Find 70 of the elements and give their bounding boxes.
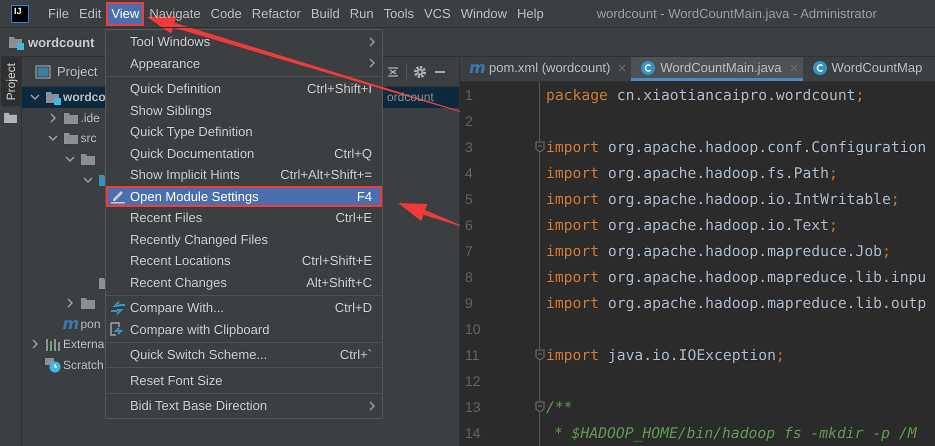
editor-tab[interactable]: m pom.xml (wordcount): [460, 57, 632, 81]
menu-item[interactable]: Help: [512, 2, 549, 26]
line-number: 6: [464, 217, 474, 233]
tree-item[interactable]: .ide: [80, 110, 100, 125]
code-line: import org.apache.hadoop.io.Text;: [546, 216, 838, 234]
code-line: /**: [546, 398, 573, 416]
panel-title[interactable]: Project: [57, 64, 98, 79]
editor-tab[interactable]: WordCountMap: [802, 57, 928, 81]
line-number: 8: [464, 269, 474, 285]
menu-item[interactable]: Quick Documentation Ctrl+Q: [106, 142, 382, 164]
window-title: wordcount - WordCountMain.java - Administrator: [596, 6, 877, 21]
code-line: import org.apache.hadoop.fs.Path;: [546, 164, 838, 182]
menu-item[interactable]: Tools: [378, 2, 419, 26]
menu-item[interactable]: Quick Type Definition: [106, 121, 382, 142]
app-logo: IJ: [11, 4, 29, 22]
menu-item[interactable]: Tool Windows: [106, 31, 382, 52]
code-line: * $HADOOP_HOME/bin/hadoop fs -mkdir -p /M: [554, 424, 917, 442]
menu-item[interactable]: Open Module Settings F4: [106, 186, 382, 207]
code-line: import java.io.IOException;: [546, 346, 785, 364]
tree-item[interactable]: pon: [80, 316, 101, 331]
menu-item[interactable]: Quick Definition Ctrl+Shift+I: [106, 78, 382, 100]
line-number: 10: [464, 321, 482, 337]
maven-icon: m: [62, 316, 78, 332]
menu-item[interactable]: Recent Files Ctrl+E: [106, 207, 382, 228]
editor-tab[interactable]: WordCountMain.java: [631, 57, 803, 81]
line-number: 9: [464, 295, 474, 311]
line-number: 12: [464, 373, 482, 389]
menu-item[interactable]: Window: [456, 2, 512, 26]
line-number: 1: [464, 87, 474, 103]
menu-item[interactable]: Recently Changed Files: [106, 228, 382, 250]
code-line: import org.apache.hadoop.io.IntWritable;: [546, 190, 900, 208]
code-line: import org.apache.hadoop.mapreduce.Job;: [546, 242, 891, 260]
tool-window-tab[interactable]: Project: [0, 57, 20, 106]
menu-item[interactable]: Appearance: [106, 52, 382, 74]
tree-item[interactable]: Scratch: [63, 358, 104, 372]
menu-item[interactable]: Compare With... Ctrl+D: [106, 297, 382, 318]
menu-item[interactable]: Show Implicit Hints Ctrl+Alt+Shift+=: [106, 164, 382, 186]
line-number: 2: [464, 113, 474, 129]
menu-item[interactable]: Code: [206, 2, 247, 26]
maven-icon: m: [469, 60, 485, 76]
tree-item[interactable]: Externa: [63, 337, 104, 352]
menu-item[interactable]: Show Siblings: [106, 100, 382, 121]
code-line: import org.apache.hadoop.conf.Configuration: [546, 138, 926, 156]
menu-item[interactable]: Quick Switch Scheme... Ctrl+`: [106, 344, 382, 366]
line-number: 13: [464, 399, 482, 415]
code-line: import org.apache.hadoop.mapreduce.lib.inpu: [546, 268, 926, 286]
menu-item[interactable]: Navigate: [144, 2, 206, 26]
line-number: 11: [464, 347, 481, 363]
menu-item[interactable]: Bidi Text Base Direction: [106, 395, 382, 416]
line-number: 14: [464, 425, 482, 441]
code-line: import org.apache.hadoop.mapreduce.lib.outp: [546, 294, 926, 312]
line-number: 5: [464, 191, 474, 207]
menu-item[interactable]: Recent Changes Alt+Shift+C: [106, 272, 382, 293]
menu-item[interactable]: Compare with Clipboard: [106, 318, 382, 340]
menu-item[interactable]: Edit: [74, 2, 106, 26]
menu-item[interactable]: Run: [344, 2, 379, 26]
tree-item[interactable]: src: [80, 131, 96, 146]
code-line: package cn.xiaotiancaipro.wordcount;: [546, 86, 864, 104]
line-number: 3: [464, 139, 474, 155]
menu-item[interactable]: View: [106, 2, 144, 26]
line-number: 7: [464, 243, 474, 259]
menu-item[interactable]: Recent Locations Ctrl+Shift+E: [106, 250, 382, 272]
menu-item[interactable]: Build: [306, 2, 345, 26]
menu-item[interactable]: VCS: [418, 2, 456, 26]
breadcrumb[interactable]: wordcount: [28, 34, 94, 50]
menu-item[interactable]: File: [43, 2, 74, 26]
line-number: 4: [464, 165, 474, 181]
menu-item[interactable]: Refactor: [246, 2, 306, 26]
tree-item[interactable]: wordco: [63, 90, 106, 104]
menu-item[interactable]: Reset Font Size: [106, 370, 382, 391]
